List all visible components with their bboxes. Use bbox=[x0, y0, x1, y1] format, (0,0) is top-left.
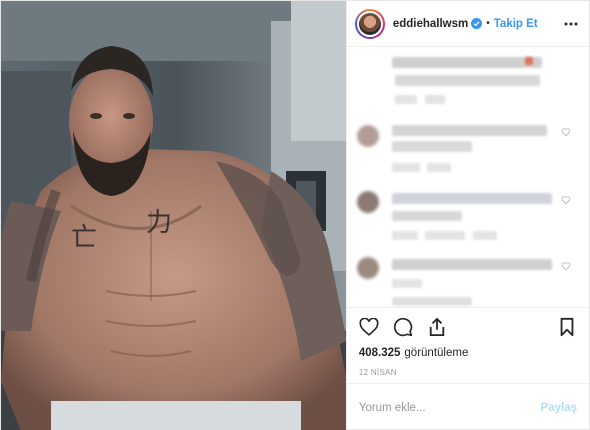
commenter-avatar[interactable] bbox=[356, 125, 379, 147]
post-comment-button[interactable]: Paylaş bbox=[541, 402, 577, 414]
blurred-emoji bbox=[524, 57, 533, 65]
blurred-comment bbox=[394, 75, 540, 86]
follow-button[interactable]: Takip Et bbox=[494, 18, 538, 30]
comment-like-icon[interactable] bbox=[561, 195, 571, 205]
blurred-meta bbox=[472, 231, 497, 240]
view-count-number: 408.325 bbox=[358, 347, 401, 359]
avatar-image bbox=[356, 10, 383, 37]
blurred-meta bbox=[426, 163, 451, 172]
view-count-label: görüntüleme bbox=[404, 347, 469, 359]
blurred-meta bbox=[391, 297, 472, 306]
instagram-post: 亡 力 eddiehallwsm • Takip Et 408.325 görü… bbox=[0, 0, 590, 430]
share-icon[interactable] bbox=[425, 315, 449, 339]
post-date[interactable]: 12 NİSAN bbox=[347, 361, 589, 383]
blurred-meta bbox=[424, 231, 465, 240]
username-link[interactable]: eddiehallwsm bbox=[393, 18, 468, 30]
blurred-meta bbox=[391, 231, 418, 240]
blurred-meta bbox=[391, 279, 422, 288]
blurred-meta bbox=[391, 163, 420, 172]
add-comment-bar: Paylaş bbox=[346, 383, 589, 430]
blurred-comment bbox=[391, 259, 552, 270]
post-header: eddiehallwsm • Takip Et bbox=[346, 1, 589, 47]
post-sidebar: eddiehallwsm • Takip Et 408.325 görüntül… bbox=[345, 1, 589, 430]
comment-icon[interactable] bbox=[391, 315, 415, 339]
blurred-comment bbox=[391, 141, 472, 152]
blurred-comment bbox=[391, 57, 542, 68]
blurred-comment bbox=[391, 125, 547, 136]
commenter-avatar[interactable] bbox=[356, 257, 379, 279]
comment-input[interactable] bbox=[358, 401, 541, 414]
chest-tattoo-left: 亡 bbox=[71, 223, 97, 253]
blurred-meta bbox=[424, 95, 445, 104]
blurred-comment bbox=[391, 193, 552, 204]
like-icon[interactable] bbox=[357, 315, 381, 339]
comments-list[interactable] bbox=[347, 47, 589, 307]
chest-tattoo-right: 力 bbox=[146, 208, 172, 238]
more-options-icon[interactable] bbox=[563, 16, 579, 32]
view-count[interactable]: 408.325 görüntüleme bbox=[347, 345, 589, 361]
comment-like-icon[interactable] bbox=[561, 127, 571, 137]
commenter-avatar[interactable] bbox=[356, 191, 379, 213]
post-video[interactable]: 亡 力 bbox=[1, 1, 346, 430]
verified-badge-icon bbox=[471, 18, 483, 29]
blurred-meta bbox=[394, 95, 417, 104]
post-actions bbox=[346, 307, 589, 345]
comment-like-icon[interactable] bbox=[561, 261, 571, 271]
video-frame-illustration: 亡 力 bbox=[1, 1, 346, 430]
bookmark-icon[interactable] bbox=[555, 315, 579, 339]
profile-avatar[interactable] bbox=[354, 8, 385, 39]
blurred-comment bbox=[391, 211, 462, 221]
header-separator: • bbox=[486, 18, 490, 29]
